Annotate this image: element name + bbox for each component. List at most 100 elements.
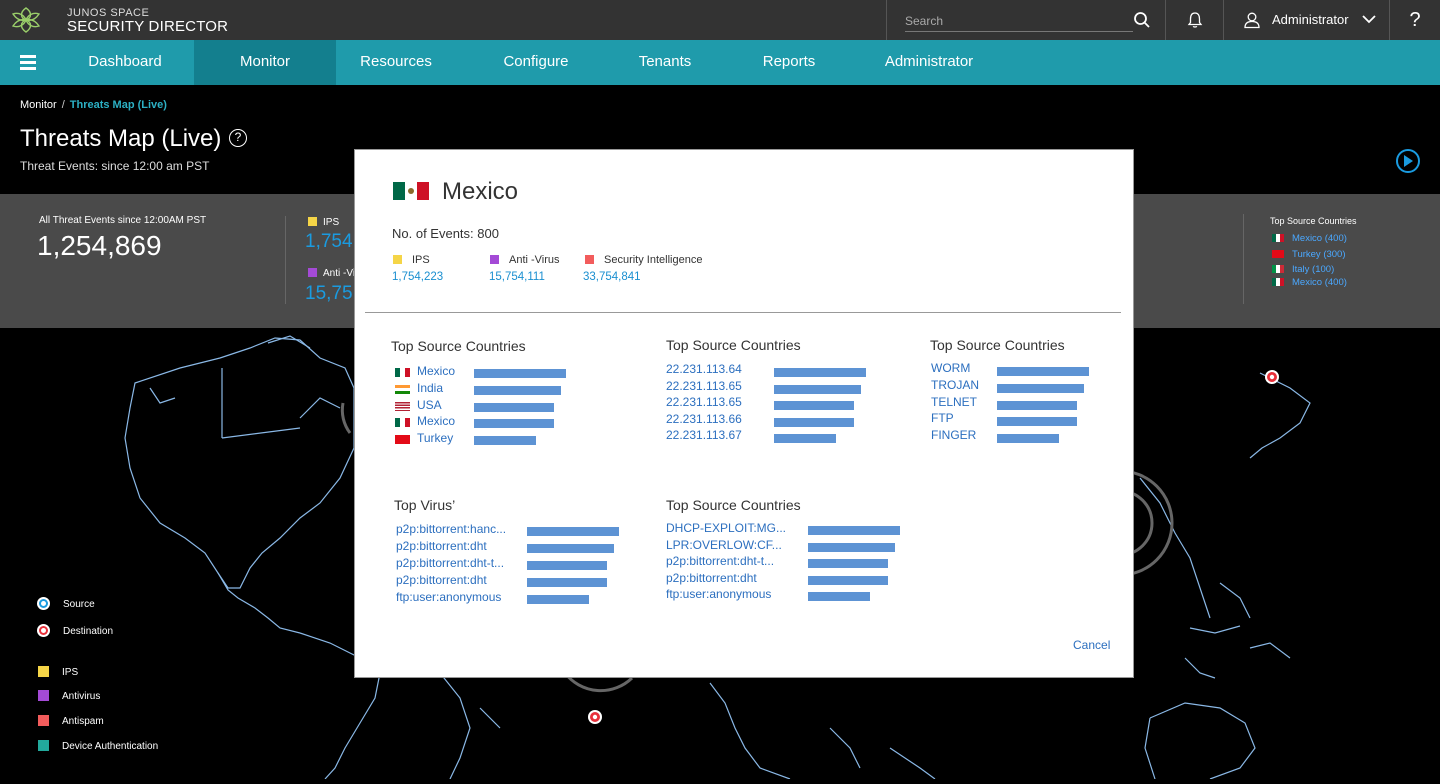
help-button[interactable]: ? [1390, 0, 1440, 40]
antivirus-count: 15,754,111 [489, 271, 545, 283]
section-row-label[interactable]: DHCP-EXPLOIT:MG... [666, 521, 786, 535]
section-bar [774, 401, 854, 411]
legend-antivirus: Antivirus [37, 690, 100, 702]
top-country-item[interactable]: Italy (100) [1272, 264, 1334, 275]
mexico-flag-icon [1272, 278, 1284, 286]
destination-marker[interactable] [588, 710, 602, 724]
breadcrumb: Monitor / Threats Map (Live) [20, 99, 167, 111]
section-row-label[interactable]: Mexico [417, 364, 455, 378]
section-row-label[interactable]: TELNET [931, 395, 977, 409]
legend-label: Device Authentication [62, 741, 159, 752]
section-bar [774, 384, 861, 394]
bell-icon [1187, 12, 1203, 28]
nav-tenants[interactable]: Tenants [615, 40, 715, 85]
legend-label: Antispam [62, 716, 104, 727]
mexico-flag-icon [395, 418, 410, 428]
section-row-label[interactable]: 22.231.113.65 [666, 395, 742, 409]
section-bar [774, 417, 854, 427]
mexico-flag-icon [395, 368, 410, 377]
section-row-label[interactable]: ftp:user:anonymous [666, 587, 771, 601]
section-row-label[interactable]: FINGER [931, 428, 976, 442]
menu-button[interactable] [0, 40, 56, 85]
page-subtitle: Threat Events: since 12:00 am PST [20, 159, 210, 173]
top-country-item[interactable]: Turkey (300) [1272, 249, 1346, 260]
breadcrumb-monitor[interactable]: Monitor [20, 99, 57, 111]
antispam-swatch [38, 715, 49, 726]
section-row-label[interactable]: p2p:bittorrent:dht [396, 573, 487, 587]
destination-marker-icon [37, 624, 50, 637]
legend-label: Anti -Virus [509, 254, 560, 266]
country-label: Mexico (400) [1292, 277, 1347, 288]
italy-flag-icon [1272, 265, 1284, 273]
top-country-item[interactable]: Mexico (400) [1272, 233, 1347, 244]
nav-reports[interactable]: Reports [739, 40, 839, 85]
nav-administrator[interactable]: Administrator [864, 40, 994, 85]
country-label: Mexico (400) [1292, 233, 1347, 244]
section-bar [527, 544, 614, 554]
section-row-label[interactable]: p2p:bittorrent:hanc... [396, 522, 506, 536]
legend-security-intelligence: Security Intelligence [585, 254, 702, 266]
legend-ips: IPS [393, 254, 430, 266]
section-row-label[interactable]: 22.231.113.64 [666, 362, 742, 376]
nav-configure[interactable]: Configure [476, 40, 596, 85]
legend-source: Source [37, 597, 95, 610]
section-row-label[interactable]: 22.231.113.65 [666, 379, 742, 393]
legend-label: Antivirus [62, 691, 101, 702]
dialog-title: Mexico [442, 178, 519, 205]
section-row-label[interactable]: 22.231.113.66 [666, 412, 742, 426]
section-row-label[interactable]: LPR:OVERLOW:CF... [666, 538, 782, 552]
section-row-label[interactable]: FTP [931, 411, 954, 425]
section-row-label[interactable]: Turkey [417, 431, 453, 445]
search-input[interactable] [905, 10, 1133, 32]
notifications-button[interactable] [1166, 0, 1224, 40]
section-row-label[interactable]: p2p:bittorrent:dht-t... [396, 556, 504, 570]
section-title: Top Source Countries [391, 338, 526, 354]
nav-resources[interactable]: Resources [336, 40, 456, 85]
antivirus-swatch [38, 690, 49, 701]
user-menu[interactable]: Administrator [1224, 0, 1390, 40]
total-events-label: All Threat Events since 12:00AM PST [39, 215, 207, 226]
section-row-label[interactable]: p2p:bittorrent:dht-t... [666, 554, 774, 568]
top-country-item[interactable]: Mexico (400) [1272, 277, 1347, 288]
search-icon[interactable] [1133, 11, 1151, 29]
legend-antispam: Antispam [37, 715, 104, 727]
nav-monitor[interactable]: Monitor [194, 40, 336, 85]
cancel-button[interactable]: Cancel [1073, 638, 1110, 652]
turkey-flag-icon [395, 435, 410, 445]
divider [1243, 214, 1244, 304]
section-row-label[interactable]: ftp:user:anonymous [396, 590, 501, 604]
section-title: Top Virus’ [394, 497, 456, 513]
section-row-label[interactable]: 22.231.113.67 [666, 428, 742, 442]
play-button[interactable] [1396, 149, 1420, 173]
section-row-label[interactable]: WORM [931, 361, 970, 375]
nav-dashboard[interactable]: Dashboard [56, 40, 194, 85]
brand-line2: SECURITY DIRECTOR [67, 18, 229, 35]
section-row-label[interactable]: TROJAN [931, 378, 979, 392]
section-bar [527, 578, 607, 588]
section-bar [997, 434, 1059, 444]
section-row-label[interactable]: p2p:bittorrent:dht [396, 539, 487, 553]
legend-label: Source [63, 599, 95, 610]
mexico-flag-icon [393, 182, 429, 200]
section-row-label[interactable]: India [417, 381, 443, 395]
section-bar [997, 417, 1077, 427]
legend-label: Destination [63, 626, 114, 637]
ips-swatch [393, 255, 402, 264]
help-icon[interactable]: ? [229, 129, 247, 147]
legend-ips: IPS [37, 666, 78, 678]
top-bar: JUNOS SPACE SECURITY DIRECTOR Administra… [0, 0, 1440, 40]
user-icon [1244, 12, 1260, 29]
section-bar [474, 419, 554, 429]
section-row-label[interactable]: USA [417, 398, 442, 412]
main-nav: Dashboard Monitor Resources Configure Te… [0, 40, 1440, 85]
section-title: Top Source Countries [666, 337, 801, 353]
destination-marker[interactable] [1265, 370, 1279, 384]
source-marker-icon [37, 597, 50, 610]
section-row-label[interactable]: p2p:bittorrent:dht [666, 571, 757, 585]
av-label: Anti -Vi [323, 268, 356, 279]
section-bar [808, 526, 900, 535]
ips-swatch [38, 666, 49, 677]
ips-swatch [308, 217, 317, 226]
av-legend: Anti -Vi [308, 268, 355, 279]
section-row-label[interactable]: Mexico [417, 414, 455, 428]
